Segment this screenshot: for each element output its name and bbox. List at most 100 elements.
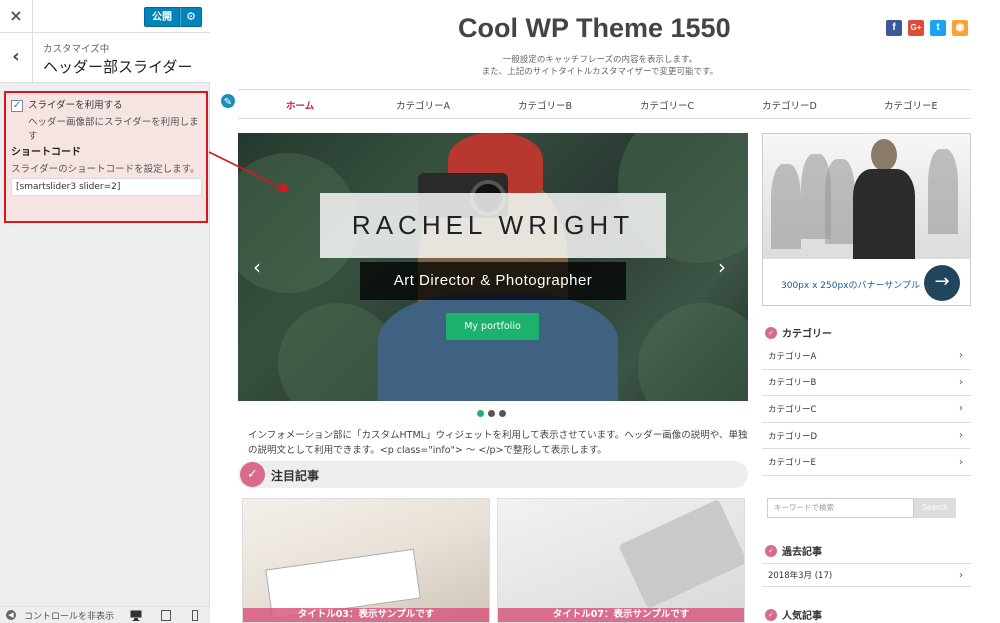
shortcode-description: スライダーのショートコードを設定します。	[11, 164, 200, 175]
publish-group: 公開 ⚙	[144, 7, 202, 27]
chevron-right-icon: ›	[959, 569, 963, 581]
featured-card-2[interactable]: タイトル07：表示サンプルです	[497, 498, 745, 623]
info-text: インフォメーション部に「カスタムHTML」ウィジェットを利用して表示させています…	[248, 430, 748, 456]
check-icon: ✓	[765, 326, 777, 339]
categories-heading: ✓ カテゴリー	[765, 325, 832, 340]
category-item[interactable]: カテゴリーA ›	[762, 343, 971, 370]
gear-icon[interactable]: ⚙	[180, 7, 202, 27]
hide-controls-button[interactable]: ◀ コントロールを非表示	[6, 609, 114, 622]
slider-settings-box: ✓ スライダーを利用する ヘッダー画像部にスライダーを利用します ショートコード…	[4, 91, 208, 223]
customizer-footer: ◀ コントロールを非表示	[0, 606, 210, 623]
archive-title: 過去記事	[782, 547, 822, 558]
category-item[interactable]: カテゴリーD ›	[762, 423, 971, 450]
background-person	[928, 149, 958, 234]
archive-heading: ✓ 過去記事	[765, 543, 822, 558]
check-icon: ✓	[765, 608, 777, 621]
shortcode-title: ショートコード	[11, 147, 81, 158]
search-button[interactable]: Search	[914, 498, 956, 518]
featured-title: 注目記事	[271, 469, 320, 483]
customizer-panel: × 公開 ⚙ ‹ カスタマイズ中 ヘッダー部スライダー ✓ スライダーを利用する…	[0, 0, 210, 623]
category-label: カテゴリーC	[768, 404, 817, 415]
nav-category-d[interactable]: カテゴリーD	[762, 98, 817, 112]
mobile-icon[interactable]	[189, 610, 201, 621]
close-icon[interactable]: ×	[0, 0, 33, 33]
slider-checkbox[interactable]: ✓	[11, 100, 23, 112]
chevron-right-icon: ›	[959, 403, 963, 415]
customizing-label: カスタマイズ中	[43, 44, 110, 55]
foliage	[638, 303, 748, 401]
hide-controls-label: コントロールを非表示	[24, 611, 115, 622]
category-item[interactable]: カテゴリーC ›	[762, 396, 971, 423]
category-label: カテゴリーE	[768, 458, 816, 469]
collapse-icon: ◀	[6, 610, 16, 620]
slider-name: RACHEL WRIGHT	[320, 193, 666, 258]
search-input[interactable]: キーワードで検索	[767, 498, 914, 518]
category-item[interactable]: カテゴリーB ›	[762, 370, 971, 397]
banner-photo	[763, 134, 970, 259]
popular-heading: ✓ 人気記事	[765, 607, 822, 622]
google-plus-icon[interactable]: G+	[908, 20, 924, 36]
publish-button[interactable]: 公開	[144, 7, 180, 27]
slider-checkbox-description: ヘッダー画像部にスライダーを利用します	[28, 117, 199, 142]
category-label: カテゴリーA	[768, 351, 817, 362]
customizer-topbar: × 公開 ⚙	[0, 0, 210, 33]
nav-category-e[interactable]: カテゴリーE	[884, 98, 938, 112]
check-icon: ✓	[240, 462, 265, 487]
nav-home[interactable]: ホーム	[286, 98, 314, 112]
tagline-line-2: また、上記のサイトタイトルカスタマイザーで変更可能です。	[481, 67, 719, 77]
section-title: ヘッダー部スライダー	[43, 58, 193, 76]
featured-card-1[interactable]: タイトル03：表示サンプルです	[242, 498, 490, 623]
nav-category-b[interactable]: カテゴリーB	[518, 98, 572, 112]
slider-dot-3[interactable]	[499, 410, 506, 417]
back-icon[interactable]: ‹	[0, 33, 33, 83]
archive-item[interactable]: 2018年3月 (17) ›	[762, 563, 971, 587]
woman-body	[853, 169, 915, 259]
popular-title: 人気記事	[782, 611, 822, 622]
woman-head	[871, 139, 897, 171]
nav-category-c[interactable]: カテゴリーC	[640, 98, 694, 112]
archive-label: 2018年3月 (17)	[768, 571, 833, 581]
tablet-icon[interactable]	[160, 610, 172, 621]
category-label: カテゴリーB	[768, 378, 817, 389]
card-caption[interactable]: タイトル03：表示サンプルです	[243, 608, 489, 622]
main-navigation: ホーム カテゴリーA カテゴリーB カテゴリーC カテゴリーD カテゴリーE	[238, 89, 971, 119]
category-list: カテゴリーA › カテゴリーB › カテゴリーC › カテゴリーD › カテゴリーE ›	[762, 343, 971, 476]
slider-checkbox-row[interactable]: ✓ スライダーを利用する	[11, 99, 123, 112]
chevron-right-icon: ›	[959, 430, 963, 442]
shortcode-input[interactable]	[11, 178, 202, 196]
rss-icon[interactable]: ◉	[952, 20, 968, 36]
photo-person-jacket	[378, 293, 618, 401]
category-label: カテゴリーD	[768, 431, 818, 442]
twitter-icon[interactable]: t	[930, 20, 946, 36]
site-title[interactable]: Cool WP Theme 1550	[458, 13, 731, 44]
edit-pencil-icon[interactable]: ✎	[219, 92, 237, 110]
banner-woman	[853, 139, 915, 259]
background-person	[825, 159, 855, 244]
section-header: ‹ カスタマイズ中 ヘッダー部スライダー	[0, 33, 210, 83]
slider-checkbox-label: スライダーを利用する	[28, 100, 123, 111]
facebook-icon[interactable]: f	[886, 20, 902, 36]
categories-title: カテゴリー	[782, 329, 832, 340]
nav-category-a[interactable]: カテゴリーA	[396, 98, 450, 112]
category-item[interactable]: カテゴリーE ›	[762, 449, 971, 476]
site-preview: Cool WP Theme 1550 一般設定のキャッチフレーズの内容を表示しま…	[210, 0, 1000, 623]
featured-heading: ✓ 注目記事	[238, 461, 748, 488]
check-icon: ✓	[765, 544, 777, 557]
card-caption[interactable]: タイトル07：表示サンプルです	[498, 608, 744, 622]
slider-prev-icon[interactable]: ‹	[253, 255, 261, 279]
desktop-icon[interactable]	[130, 610, 142, 621]
slider-dots	[477, 410, 506, 417]
slider-next-icon[interactable]: ›	[718, 255, 726, 279]
slider-dot-1[interactable]	[477, 410, 484, 417]
arrow-right-icon[interactable]: →	[924, 265, 960, 301]
background-person	[771, 164, 801, 249]
chevron-right-icon: ›	[959, 350, 963, 362]
banner-ad[interactable]: 300px x 250pxのバナーサンプル →	[762, 133, 971, 306]
slider-subtitle: Art Director & Photographer	[360, 262, 626, 300]
header-slider: RACHEL WRIGHT Art Director & Photographe…	[238, 133, 748, 401]
chevron-right-icon: ›	[959, 376, 963, 388]
banner-text: 300px x 250pxのバナーサンプル	[781, 281, 921, 291]
portfolio-button[interactable]: My portfolio	[446, 313, 539, 340]
tagline-line-1: 一般設定のキャッチフレーズの内容を表示します。	[502, 55, 698, 65]
slider-dot-2[interactable]	[488, 410, 495, 417]
